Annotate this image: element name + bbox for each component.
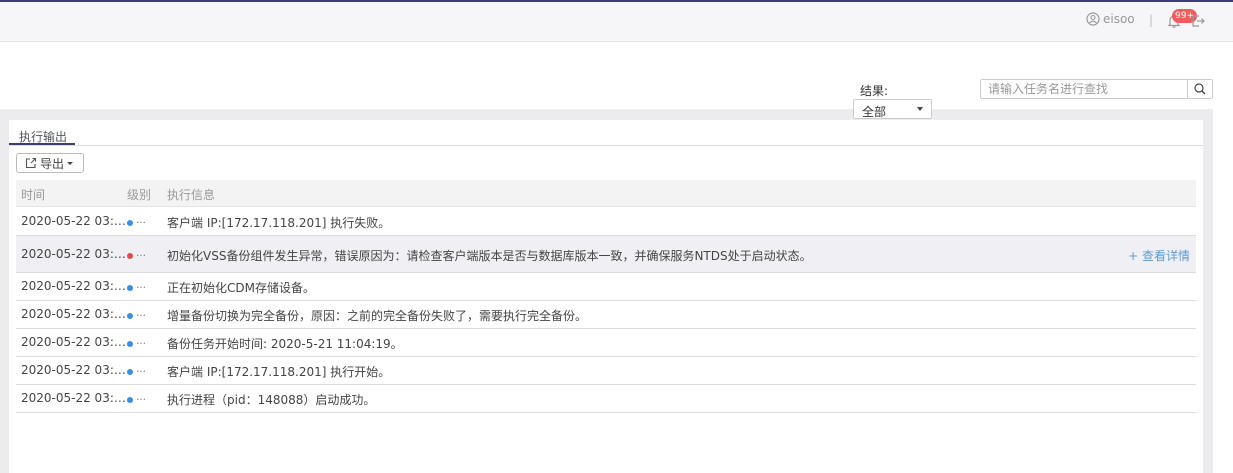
user-menu[interactable]: eisoo (1086, 12, 1135, 26)
chevron-down-icon (67, 161, 74, 165)
table-row[interactable]: 2020-05-22 03:… … 初始化VSS备份组件发生异常，错误原因为：请检查… (16, 236, 1196, 273)
tab-execution-output[interactable]: 执行输出 (9, 126, 75, 145)
level-indicator-icon (127, 313, 133, 319)
row-time: 2020-05-22 03:… (21, 247, 126, 261)
row-time: 2020-05-22 03:… (21, 391, 126, 405)
level-indicator-icon (127, 220, 133, 226)
level-indicator-icon (127, 341, 133, 347)
table-row[interactable]: 2020-05-22 03:… … 执行进程（pid：148088）启动成功。 (16, 385, 1196, 413)
row-time: 2020-05-22 03:… (21, 214, 126, 228)
row-message: 正在初始化CDM存储设备。 (167, 281, 315, 295)
top-bar (0, 2, 1233, 42)
export-label: 导出 (40, 156, 65, 171)
level-indicator-icon (127, 397, 133, 403)
level-indicator-icon (127, 369, 133, 375)
row-level-text: … (136, 308, 146, 319)
row-message: 客户端 IP:[172.17.118.201] 执行开始。 (167, 365, 391, 379)
result-filter-label: 结果: (860, 84, 889, 98)
search-box (980, 79, 1213, 99)
row-level-text: … (136, 392, 146, 403)
table-row[interactable]: 2020-05-22 03:… … 客户端 IP:[172.17.118.201] … (16, 208, 1196, 236)
row-time: 2020-05-22 03:… (21, 335, 126, 349)
level-indicator-icon (127, 285, 133, 291)
table-row[interactable]: 2020-05-22 03:… … 客户端 IP:[172.17.118.201] … (16, 357, 1196, 385)
row-message: 客户端 IP:[172.17.118.201] 执行失败。 (167, 216, 391, 230)
search-input[interactable] (981, 80, 1187, 98)
result-select-value: 全部 (862, 105, 887, 119)
row-level-text: … (136, 364, 146, 375)
column-header-level: 级别 (127, 188, 152, 202)
tab-divider (9, 145, 1203, 146)
table-row[interactable]: 2020-05-22 03:… … 增量备份切换为完全备份，原因：之前的完全备份失败… (16, 301, 1196, 329)
row-level-text: … (136, 280, 146, 291)
search-icon (1194, 83, 1206, 95)
row-time: 2020-05-22 03:… (21, 279, 126, 293)
row-message: 执行进程（pid：148088）启动成功。 (167, 393, 376, 407)
chevron-down-icon (917, 107, 923, 111)
export-icon (25, 157, 37, 169)
table-row[interactable]: 2020-05-22 03:… … 备份任务开始时间: 2020-5-21 11:0… (16, 329, 1196, 357)
table-row[interactable]: 2020-05-22 03:… … 正在初始化CDM存储设备。 (16, 273, 1196, 301)
user-icon (1086, 12, 1100, 26)
result-select[interactable]: 全部 (853, 99, 932, 119)
row-level-text: … (136, 248, 146, 259)
column-header-message: 执行信息 (167, 188, 216, 202)
column-header-time: 时间 (21, 188, 46, 202)
row-message: 初始化VSS备份组件发生异常，错误原因为：请检查客户端版本是否与数据库版本一致，… (167, 249, 812, 263)
export-button[interactable]: 导出 (16, 153, 84, 173)
row-time: 2020-05-22 03:… (21, 307, 126, 321)
header-separator: | (1149, 13, 1154, 27)
row-message: 增量备份切换为完全备份，原因：之前的完全备份失败了，需要执行完全备份。 (167, 309, 588, 323)
username: eisoo (1103, 12, 1135, 26)
row-level-text: … (136, 215, 146, 226)
view-details-link[interactable]: + 查看详情 (1128, 247, 1190, 264)
row-time: 2020-05-22 03:… (21, 363, 126, 377)
level-indicator-icon (127, 253, 133, 259)
row-level-text: … (136, 336, 146, 347)
logout-button[interactable] (1190, 13, 1206, 32)
search-button[interactable] (1187, 80, 1212, 98)
logout-icon (1192, 15, 1205, 27)
row-message: 备份任务开始时间: 2020-5-21 11:04:19。 (167, 337, 403, 351)
table-header: 时间 级别 执行信息 (16, 180, 1196, 207)
